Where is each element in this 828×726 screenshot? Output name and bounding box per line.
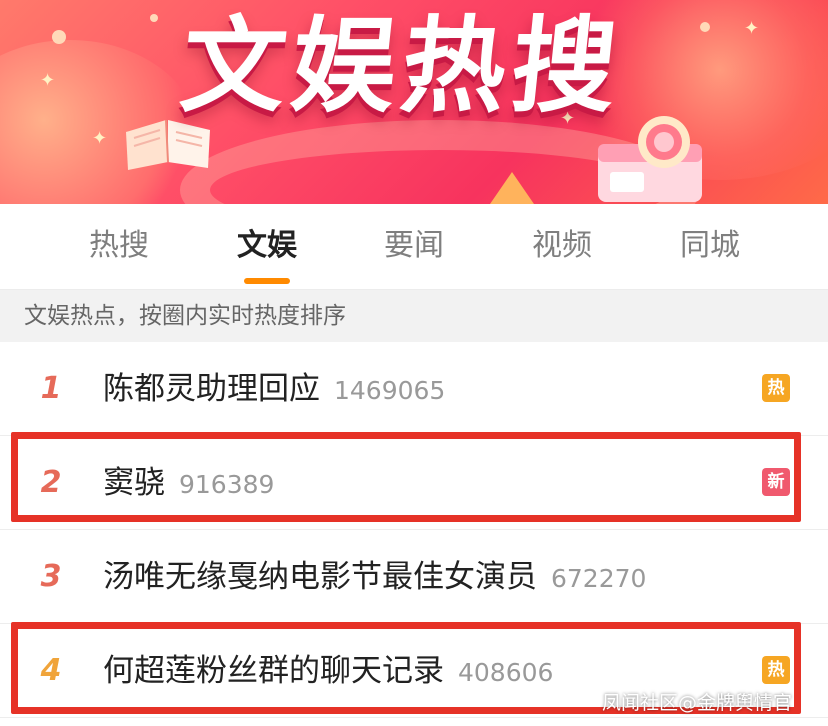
hot-badge: 热 (762, 374, 790, 402)
tab-label: 热搜 (89, 228, 149, 263)
watermark: 凤闻社区@金牌舆情官 (602, 692, 793, 714)
list-item[interactable]: 3 汤唯无缘戛纳电影节最佳女演员 672270 (0, 530, 828, 624)
sparkle-icon: ✦ (92, 128, 108, 149)
topic-keyword: 陈都灵助理回应 1469065 (103, 367, 445, 413)
rank-number: 4 (40, 653, 62, 688)
decor-dot (52, 30, 66, 44)
decor-triangle (490, 172, 534, 204)
tab-hot-search[interactable]: 热搜 (74, 226, 164, 266)
tab-label: 视频 (532, 228, 592, 263)
topic-keyword: 汤唯无缘戛纳电影节最佳女演员 672270 (103, 555, 646, 601)
tab-video[interactable]: 视频 (517, 226, 607, 266)
topic-title: 汤唯无缘戛纳电影节最佳女演员 (103, 559, 537, 595)
tab-bar: 热搜 文娱 要闻 视频 同城 (0, 204, 828, 290)
rank-number: 2 (40, 465, 62, 500)
topic-title: 窦骁 (103, 465, 165, 501)
sparkle-icon: ✦ (744, 18, 760, 39)
list-item[interactable]: 2 窦骁 916389 新 (0, 436, 828, 530)
heat-count: 916389 (179, 470, 275, 499)
heat-count: 1469065 (334, 376, 446, 405)
topic-keyword: 窦骁 916389 (103, 461, 274, 507)
topic-title: 陈都灵助理回应 (103, 371, 320, 407)
list-description: 文娱热点，按圈内实时热度排序 (0, 290, 828, 342)
hot-badge: 热 (762, 656, 790, 684)
topic-keyword: 何超莲粉丝群的聊天记录 408606 (103, 649, 553, 695)
list-item[interactable]: 1 陈都灵助理回应 1469065 热 (0, 342, 828, 436)
new-badge: 新 (762, 468, 790, 496)
active-tab-indicator (244, 278, 290, 284)
tab-local[interactable]: 同城 (665, 226, 755, 266)
tab-label: 要闻 (384, 228, 444, 263)
decor-dot (150, 14, 158, 22)
sparkle-icon: ✦ (40, 70, 56, 91)
banner-title: 文娱热搜 (175, 5, 629, 127)
tab-news[interactable]: 要闻 (369, 226, 459, 266)
rank-number: 1 (40, 371, 62, 406)
tab-entertainment[interactable]: 文娱 (222, 226, 312, 284)
heat-count: 672270 (551, 564, 647, 593)
decor-dot (700, 22, 710, 32)
tab-label: 文娱 (237, 228, 297, 263)
rank-number: 3 (40, 559, 62, 594)
tab-label: 同城 (680, 228, 740, 263)
heat-count: 408606 (458, 658, 554, 687)
banner: ✦ ✦ ✦ ✦ 文娱热搜 (0, 0, 828, 204)
topic-title: 何超莲粉丝群的聊天记录 (103, 653, 444, 689)
